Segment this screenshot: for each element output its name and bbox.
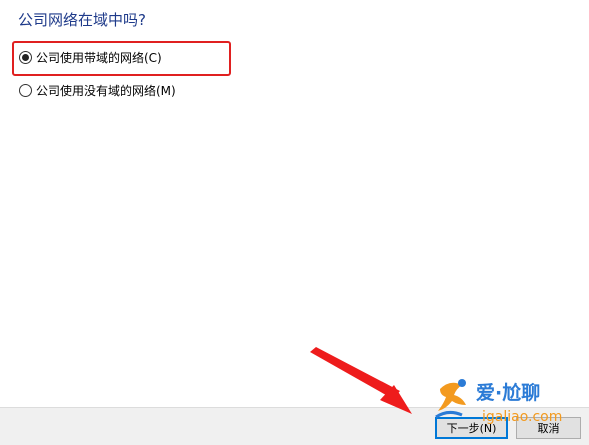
watermark-domain-text: igaliao.com — [482, 409, 562, 425]
watermark-brand-text: 爱·尬聊 — [476, 381, 540, 404]
option-without-domain[interactable]: 公司使用没有域的网络(M) — [19, 81, 176, 99]
question-heading: 公司网络在域中吗? — [18, 11, 146, 29]
radio-button-unselected[interactable] — [19, 83, 32, 97]
watermark-logo: 爱·尬聊 igaliao.com — [435, 379, 562, 425]
network-domain-page: 公司网络在域中吗? 公司使用带域的网络(C) 公司使用没有域的网络(M) 下一步… — [0, 0, 589, 445]
runner-icon — [435, 379, 466, 419]
option-label: 公司使用没有域的网络(M) — [36, 83, 176, 98]
red-highlight-box — [12, 41, 231, 76]
